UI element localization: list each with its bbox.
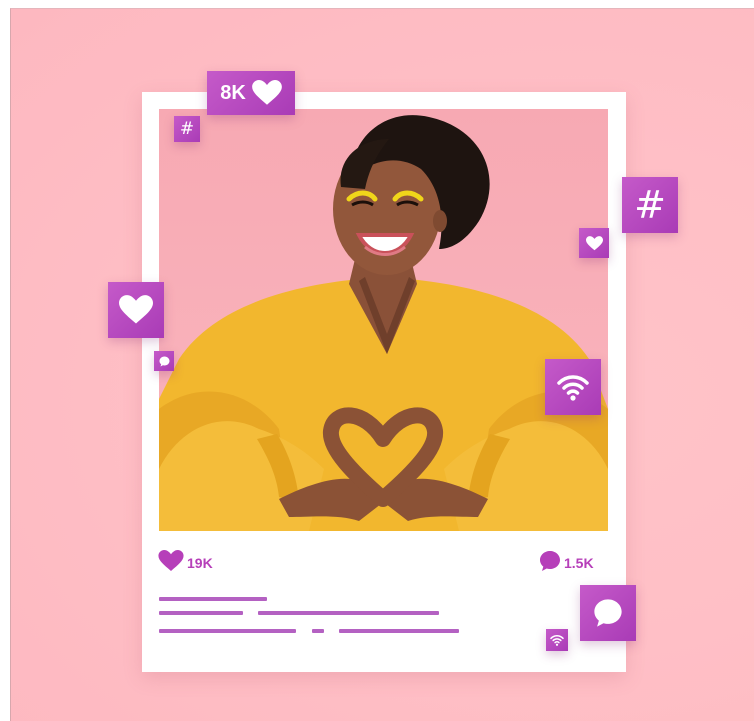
caption-line: [339, 629, 459, 633]
heart-icon: [158, 550, 184, 575]
wifi-tile: [545, 359, 601, 415]
social-media-scene: 19K 1.5K 8K # #: [10, 8, 754, 721]
wifi-icon: [557, 373, 589, 401]
wifi-tile: [546, 629, 568, 651]
speech-bubble-tile: [580, 585, 636, 641]
wifi-icon: [550, 634, 564, 646]
likes-count: 19K: [187, 554, 213, 571]
caption-line: [258, 611, 439, 615]
heart-icon: [251, 80, 282, 106]
post-likes[interactable]: 19K: [158, 550, 213, 575]
caption-line: [159, 629, 296, 633]
hashtag-icon: #: [179, 118, 195, 139]
heart-icon: [585, 235, 603, 251]
heart-tile: [108, 282, 164, 338]
post-comments[interactable]: 1.5K: [539, 550, 594, 575]
speech-bubble-icon: [159, 356, 170, 367]
woman-heart-hands-illustration: [159, 115, 608, 531]
speech-bubble-icon: [539, 550, 561, 575]
speech-bubble-icon: [593, 598, 623, 628]
hashtag-tile: #: [622, 177, 678, 233]
comments-count: 1.5K: [564, 554, 594, 571]
heart-tile: [579, 228, 609, 258]
hashtag-icon: #: [634, 183, 666, 227]
caption-line: [159, 597, 267, 601]
speech-bubble-tile: [154, 351, 174, 371]
heart-icon: [119, 295, 153, 325]
post-photo: [159, 109, 608, 531]
hashtag-tile: #: [174, 116, 200, 142]
likes-badge: 8K: [207, 71, 295, 115]
likes-badge-count: 8K: [220, 81, 246, 104]
caption-line: [312, 629, 324, 633]
caption-line: [159, 611, 243, 615]
